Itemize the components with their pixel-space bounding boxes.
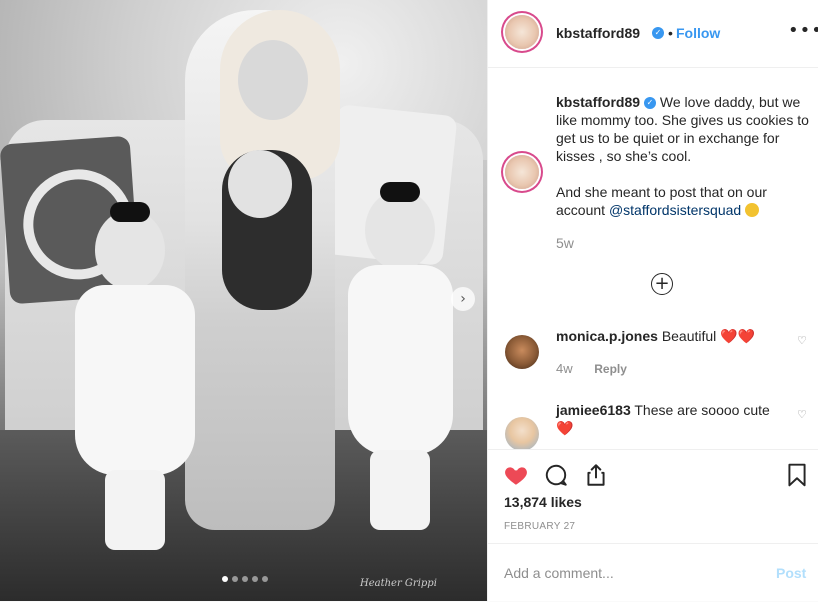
red-heart-emoji-icon: ❤️❤️: [720, 329, 756, 345]
comment-like-heart-icon[interactable]: ♡: [797, 334, 807, 347]
comment-bubble-icon[interactable]: [543, 462, 569, 488]
photo-girl-left: [65, 202, 215, 550]
post-side-panel: kbstafford89 ✓ • Follow ••• kbstafford89…: [487, 0, 818, 601]
avatar[interactable]: [505, 15, 539, 49]
caption-age: 5w: [556, 235, 574, 251]
likes-count[interactable]: 13,874 likes: [504, 494, 582, 510]
comment-age: 4w: [556, 361, 573, 376]
comment: jamiee6183 These are soooo cute ❤️: [556, 401, 776, 438]
girl-head: [95, 210, 165, 290]
caption-mention-link[interactable]: @staffordsistersquad: [609, 202, 741, 218]
load-more-comments-icon[interactable]: +: [651, 273, 673, 295]
girl-bow: [110, 202, 150, 222]
verified-badge-icon: ✓: [652, 27, 664, 39]
bookmark-icon[interactable]: [784, 462, 810, 488]
photo-watermark: Heather Grippi: [360, 578, 437, 589]
post-date[interactable]: FEBRUARY 27: [504, 521, 575, 532]
post-header: kbstafford89 ✓ • Follow •••: [488, 0, 818, 68]
comment-username[interactable]: jamiee6183: [556, 402, 631, 418]
girl-legs: [105, 470, 165, 550]
girl-head: [365, 190, 435, 270]
girl-dress: [75, 285, 195, 475]
like-heart-icon[interactable]: [503, 462, 529, 488]
more-options-icon[interactable]: •••: [788, 20, 818, 41]
comment-text: Beautiful: [661, 328, 717, 344]
carousel-dot: [242, 576, 248, 582]
header-separator: •: [668, 25, 673, 41]
post-comment-button[interactable]: Post: [776, 565, 806, 581]
share-icon[interactable]: [583, 462, 609, 488]
disappointed-face-icon: [745, 203, 760, 217]
caption-username[interactable]: kbstafford89: [556, 94, 640, 110]
post-actions: 13,874 likes FEBRUARY 27: [488, 449, 818, 550]
carousel-dot: [232, 576, 238, 582]
reply-button[interactable]: Reply: [594, 362, 627, 376]
comment-meta: 4w Reply: [556, 361, 627, 376]
photo-woman-face: [238, 40, 308, 120]
girl-bow: [380, 182, 420, 202]
red-heart-emoji-icon: ❤️: [556, 421, 574, 437]
comment-text: These are soooo cute: [634, 402, 770, 418]
comment-avatar[interactable]: [505, 335, 539, 369]
comment-avatar[interactable]: [505, 417, 539, 451]
post-photo[interactable]: › Heather Grippi: [0, 0, 487, 601]
comment: monica.p.jones Beautiful ❤️❤️: [556, 327, 776, 346]
header-username[interactable]: kbstafford89: [556, 25, 640, 41]
girl-legs: [370, 450, 430, 530]
verified-badge-icon: ✓: [644, 97, 657, 110]
carousel-dot: [262, 576, 268, 582]
photo-girl-right: [340, 182, 465, 540]
photo-baby-head: [228, 150, 292, 218]
post-caption: kbstafford89 ✓ We love daddy, but we like…: [556, 93, 814, 219]
carousel-next-button[interactable]: ›: [451, 287, 475, 311]
carousel-dot: [222, 576, 228, 582]
girl-dress: [348, 265, 453, 455]
add-comment-input[interactable]: Add a comment...: [504, 565, 614, 581]
comment-like-heart-icon[interactable]: ♡: [797, 408, 807, 421]
follow-button[interactable]: Follow: [676, 25, 720, 41]
caption-avatar[interactable]: [505, 155, 539, 189]
carousel-dot: [252, 576, 258, 582]
comment-username[interactable]: monica.p.jones: [556, 328, 658, 344]
carousel-dots: [222, 576, 268, 582]
comment-composer: Add a comment... Post: [488, 543, 818, 602]
